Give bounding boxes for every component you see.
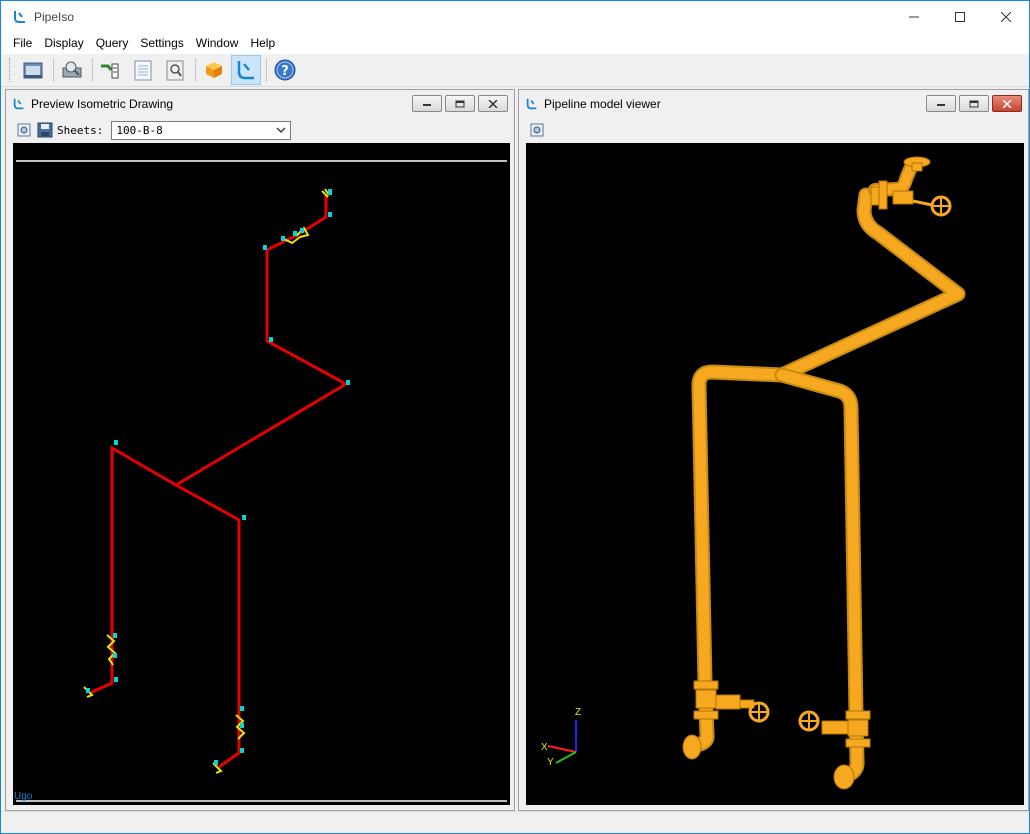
mdi-area: Preview Isometric Drawing Sheets: 100-B-…: [1, 88, 1029, 811]
status-bar: [1, 811, 1029, 833]
zoom-fit-icon: [530, 123, 544, 137]
help-button[interactable]: ?: [270, 55, 300, 85]
close-icon: [1002, 99, 1012, 108]
model-3d-canvas[interactable]: Z X Y: [526, 143, 1024, 805]
pipeiso-logo-icon: [526, 98, 537, 110]
axis-y-label: Y: [547, 757, 554, 768]
iso-close-button[interactable]: [478, 95, 508, 112]
document-icon: [134, 60, 152, 81]
close-icon: [1001, 12, 1011, 22]
model-viewer-toolbar: [525, 119, 1022, 141]
pipeiso-logo-icon: [14, 11, 25, 23]
restore-icon: [455, 100, 465, 107]
iso-minimize-button[interactable]: [412, 95, 442, 112]
menu-settings[interactable]: Settings: [136, 33, 191, 54]
minimize-icon: [937, 103, 945, 106]
zoom-fit-icon: [17, 123, 31, 137]
iso-drawing: Ugo: [14, 160, 507, 802]
menu-bar: File Display Query Settings Window Help: [1, 33, 1029, 54]
restore-icon: [969, 100, 979, 107]
model-pipes: [688, 160, 966, 783]
model-close-button[interactable]: [992, 95, 1022, 112]
toolbar-separator: [266, 58, 267, 82]
maximize-button[interactable]: [937, 1, 983, 33]
main-toolbar: ?: [1, 54, 1029, 87]
app-window: PipeIso File Display Query Settings Wind…: [0, 0, 1030, 834]
minimize-icon: [909, 16, 919, 18]
toolbar-separator: [92, 58, 93, 82]
open-icon: [23, 62, 43, 79]
model-viewer-window: Pipeline model viewer Z X Y: [518, 89, 1029, 811]
model-minimize-button[interactable]: [926, 95, 956, 112]
iso-preview-window: Preview Isometric Drawing Sheets: 100-B-…: [5, 89, 515, 811]
pipeiso-logo-icon: [13, 98, 24, 110]
pipeiso-icon: [237, 61, 254, 80]
save-sheet-button[interactable]: [36, 121, 54, 139]
model-viewer-title: Pipeline model viewer: [544, 97, 661, 111]
menu-query[interactable]: Query: [92, 33, 137, 54]
iso-preview-toolbar: Sheets: 100-B-8: [12, 119, 508, 141]
close-icon: [488, 99, 498, 108]
iso-fitting-symbols: [83, 188, 330, 774]
open-button[interactable]: [18, 55, 48, 85]
iso-nodes: [86, 189, 350, 765]
maximize-icon: [955, 12, 965, 22]
axis-z-label: Z: [575, 707, 581, 718]
axis-x-label: X: [541, 742, 548, 753]
close-button[interactable]: [983, 1, 1029, 33]
help-icon: ?: [274, 59, 296, 81]
zoom-fit-button[interactable]: [15, 121, 33, 139]
toolbar-separator: [53, 58, 54, 82]
axis-triad: Z X Y: [541, 707, 581, 768]
sheets-selected-value: 100-B-8: [116, 123, 163, 137]
zoom-page-icon: [166, 60, 184, 81]
iso-preview-titlebar[interactable]: Preview Isometric Drawing: [6, 90, 514, 118]
toolbar-grip[interactable]: [9, 58, 12, 82]
print-preview-icon: [62, 61, 82, 78]
box-model-button[interactable]: [199, 55, 229, 85]
save-icon: [37, 122, 53, 138]
menu-display[interactable]: Display: [40, 33, 91, 54]
menu-window[interactable]: Window: [192, 33, 247, 54]
title-bar: PipeIso: [1, 1, 1029, 33]
pipeline-3d-model: Z X Y: [541, 156, 966, 790]
iso-restore-button[interactable]: [445, 95, 475, 112]
pipe-route-button[interactable]: [96, 55, 126, 85]
sheets-label: Sheets:: [57, 123, 104, 137]
zoom-page-button[interactable]: [160, 55, 190, 85]
box-model-icon: [206, 62, 222, 78]
menu-file[interactable]: File: [9, 33, 40, 54]
svg-text:?: ?: [281, 64, 289, 79]
iso-corner-label: Ugo: [14, 791, 33, 802]
menu-help[interactable]: Help: [246, 33, 283, 54]
sheets-dropdown[interactable]: 100-B-8: [111, 120, 292, 140]
document-button[interactable]: [128, 55, 158, 85]
chevron-down-icon: [276, 127, 286, 133]
minimize-icon: [423, 103, 431, 106]
pipeiso-button[interactable]: [231, 55, 261, 85]
zoom-fit-button[interactable]: [528, 121, 546, 139]
window-title: PipeIso: [34, 10, 75, 24]
iso-pipe-route: [89, 195, 350, 769]
model-restore-button[interactable]: [959, 95, 989, 112]
model-viewer-titlebar[interactable]: Pipeline model viewer: [519, 90, 1028, 118]
minimize-button[interactable]: [891, 1, 937, 33]
pipe-route-icon: [101, 63, 119, 79]
print-preview-button[interactable]: [57, 55, 87, 85]
iso-preview-title: Preview Isometric Drawing: [31, 97, 174, 111]
iso-drawing-canvas[interactable]: Ugo: [13, 143, 510, 805]
toolbar-separator: [195, 58, 196, 82]
